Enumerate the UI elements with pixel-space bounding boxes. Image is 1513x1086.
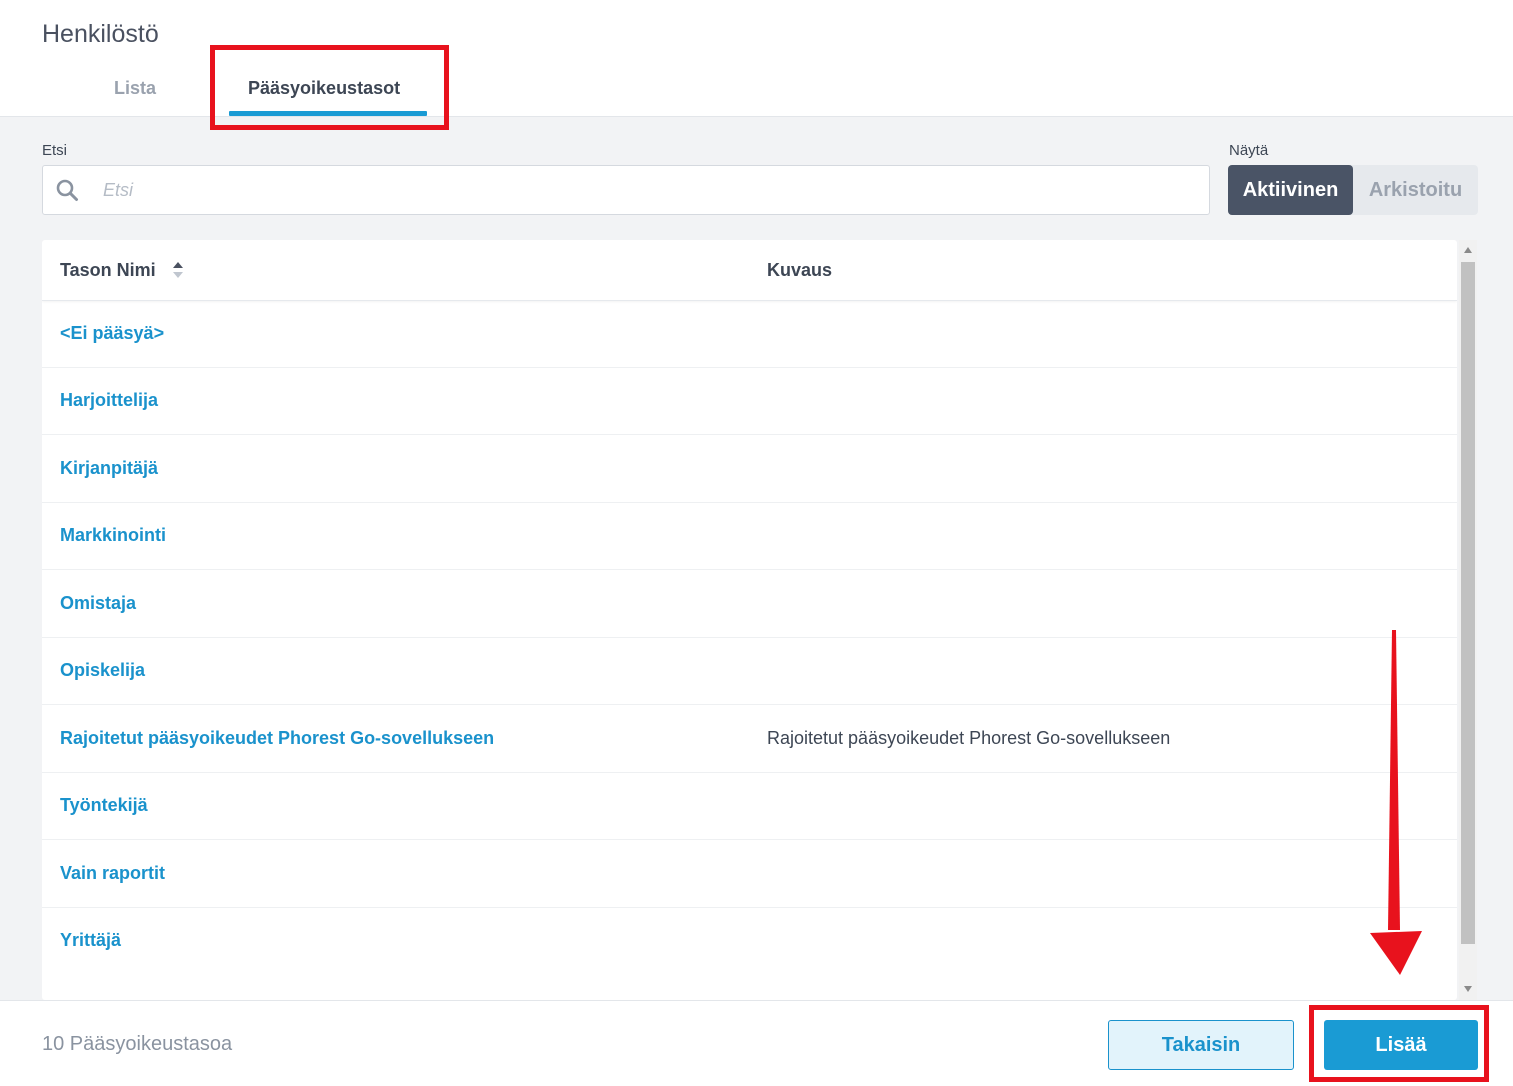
page-title: Henkilöstö	[42, 20, 159, 48]
level-name-link[interactable]: Harjoittelija	[60, 390, 158, 411]
level-description: Rajoitetut pääsyoikeudet Phorest Go-sove…	[767, 728, 1171, 748]
tab-lista[interactable]: Lista	[114, 78, 156, 99]
tab-highlight-box	[210, 45, 449, 130]
level-name-link[interactable]: Opiskelija	[60, 660, 145, 681]
filter-option-arkistoitu[interactable]: Arkistoitu	[1353, 165, 1478, 215]
level-name-link[interactable]: Kirjanpitäjä	[60, 458, 158, 479]
table-row: Kirjanpitäjä	[42, 436, 1457, 503]
access-levels-table: Tason Nimi Kuvaus <Ei pääsyä> Harjoittel…	[42, 240, 1457, 1000]
level-name-link[interactable]: Työntekijä	[60, 795, 148, 816]
scroll-up-icon[interactable]	[1464, 247, 1472, 253]
filter-label: Näytä	[1229, 142, 1269, 159]
level-name-link[interactable]: Vain raportit	[60, 863, 165, 884]
column-header-description: Kuvaus	[767, 260, 833, 280]
add-button-highlight-box	[1309, 1005, 1489, 1082]
table-row: <Ei pääsyä>	[42, 301, 1457, 368]
table-row: Työntekijä	[42, 773, 1457, 840]
level-count: 10 Pääsyoikeustasoa	[42, 1033, 233, 1055]
back-button[interactable]: Takaisin	[1108, 1020, 1294, 1070]
table-row: Yrittäjä	[42, 908, 1457, 975]
table-row: Omistaja	[42, 571, 1457, 638]
search-label: Etsi	[42, 142, 68, 159]
level-name-link[interactable]: <Ei pääsyä>	[60, 323, 164, 344]
level-name-link[interactable]: Yrittäjä	[60, 930, 121, 951]
search-box	[42, 165, 1210, 215]
level-name-link[interactable]: Omistaja	[60, 593, 136, 614]
table-header: Tason Nimi Kuvaus	[42, 240, 1457, 301]
column-header-name[interactable]: Tason Nimi	[60, 260, 156, 281]
level-name-link[interactable]: Rajoitetut pääsyoikeudet Phorest Go-sove…	[60, 728, 494, 749]
status-filter: Aktiivinen Arkistoitu	[1228, 165, 1478, 215]
table-row: Harjoittelija	[42, 368, 1457, 435]
sort-icon[interactable]	[172, 261, 184, 279]
table-row: Vain raportit	[42, 841, 1457, 908]
search-icon	[56, 179, 78, 201]
scroll-down-icon[interactable]	[1464, 986, 1472, 992]
table-scrollbar[interactable]	[1459, 240, 1477, 1000]
table-row: Markkinointi	[42, 503, 1457, 570]
scrollbar-thumb[interactable]	[1461, 262, 1475, 944]
red-arrow-down-icon	[1370, 630, 1422, 975]
filter-option-aktiivinen[interactable]: Aktiivinen	[1228, 165, 1353, 215]
page-footer: 10 Pääsyoikeustasoa Takaisin Lisää	[0, 1000, 1513, 1086]
table-row: Opiskelija	[42, 638, 1457, 705]
table-row: Rajoitetut pääsyoikeudet Phorest Go-sove…	[42, 706, 1457, 773]
search-input[interactable]	[103, 177, 1193, 203]
level-name-link[interactable]: Markkinointi	[60, 525, 166, 546]
